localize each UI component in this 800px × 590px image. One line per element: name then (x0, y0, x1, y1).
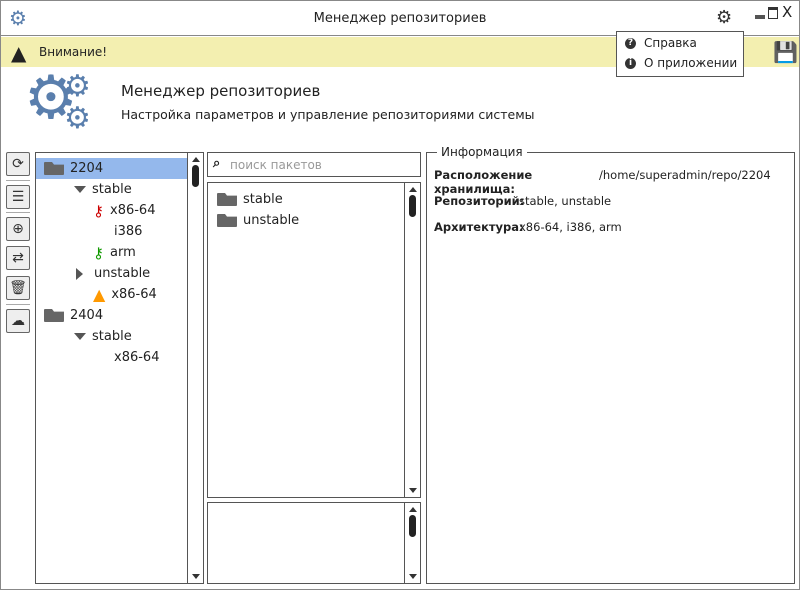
info-legend: Информация (437, 145, 527, 159)
upload-button[interactable]: ☁ (6, 309, 30, 333)
tree-item[interactable]: unstable (76, 263, 150, 284)
key-green-icon: ⚷ (93, 243, 104, 262)
menu-item-label: Справка (644, 36, 697, 50)
info-label: Расположение хранилища: (434, 168, 533, 196)
tree-item[interactable]: stable (74, 179, 132, 200)
expand-arrow-icon[interactable] (74, 333, 86, 340)
tree-item[interactable]: i386 (114, 221, 142, 242)
info-icon: i (625, 57, 636, 69)
tree-label: x86-64 (111, 287, 157, 302)
settings-menu: ? Справка i О приложении (616, 31, 744, 77)
package-list[interactable]: stable unstable (207, 182, 421, 498)
warning-icon: ▲ (11, 41, 27, 65)
add-button[interactable]: ⊕ (6, 217, 30, 241)
folder-icon (44, 309, 64, 322)
tree-label: unstable (94, 266, 151, 281)
tree-item[interactable]: ⚷ arm (93, 242, 136, 263)
warning-icon: ▲ (93, 285, 106, 304)
scrollbar[interactable] (404, 503, 420, 583)
help-icon: ? (625, 37, 636, 49)
database-button[interactable]: ☰ (6, 185, 30, 209)
info-value: x86-64, i386, arm (519, 220, 622, 234)
list-item[interactable]: unstable (217, 210, 299, 231)
transfer-icon: ⇄ (12, 250, 24, 266)
menu-item-help[interactable]: ? Справка (625, 36, 697, 50)
tree-item[interactable]: ▲ x86-64 (93, 284, 157, 305)
tree-label: 2204 (70, 161, 104, 176)
window-title: Менеджер репозиториев (313, 11, 487, 26)
search-placeholder: поиск пакетов (230, 158, 322, 172)
header-title: Менеджер репозиториев (121, 82, 321, 100)
folder-icon (217, 193, 237, 206)
tree-item[interactable]: 2404 (44, 305, 103, 326)
refresh-button[interactable]: ⟳ (6, 152, 30, 176)
delete-button[interactable]: 🗑 (6, 276, 30, 300)
save-lock-icon[interactable]: 💾 (773, 40, 798, 64)
transfer-button[interactable]: ⇄ (6, 246, 30, 270)
tree-item[interactable]: stable (74, 326, 132, 347)
header-gear-small-icon: ⚙ (64, 69, 91, 104)
list-item-label: stable (243, 192, 283, 207)
tree-label: arm (110, 245, 136, 260)
collapse-arrow-icon[interactable] (76, 267, 83, 280)
tree-label: x86-64 (110, 203, 156, 218)
close-button[interactable]: X (782, 3, 792, 21)
menu-item-about[interactable]: i О приложении (625, 56, 737, 70)
minimize-button[interactable] (755, 15, 765, 19)
tree-item[interactable]: ⚷ x86-64 (93, 200, 155, 221)
tree-item[interactable]: 2204 (44, 158, 103, 179)
tree-label: i386 (114, 224, 143, 239)
tree-label: x86-64 (114, 350, 160, 365)
info-panel: Информация Расположение хранилища: /home/… (426, 145, 795, 584)
scrollbar[interactable] (187, 153, 203, 583)
list-item[interactable]: stable (217, 189, 283, 210)
warning-text: Внимание! (39, 45, 108, 59)
tree-label: 2404 (70, 308, 104, 323)
header-subtitle: Настройка параметров и управление репози… (121, 107, 535, 122)
expand-arrow-icon[interactable] (74, 186, 86, 193)
header-gear-small-icon: ⚙ (64, 101, 91, 136)
tree-item[interactable]: x86-64 (114, 347, 159, 368)
folder-icon (217, 214, 237, 227)
maximize-button[interactable] (768, 7, 778, 19)
info-value: stable, unstable (519, 194, 612, 208)
menu-item-label: О приложении (644, 56, 738, 70)
cloud-upload-icon: ☁ (11, 313, 25, 329)
folder-icon (44, 162, 64, 175)
search-icon: ⌕ (213, 156, 221, 171)
scrollbar[interactable] (404, 183, 420, 497)
info-label: Архитектура: (434, 220, 524, 234)
database-icon: ☰ (11, 189, 25, 205)
settings-gear-icon[interactable]: ⚙ (716, 7, 732, 28)
key-red-icon: ⚷ (93, 201, 104, 220)
list-item-label: unstable (243, 213, 300, 228)
add-icon: ⊕ (12, 221, 24, 237)
search-field[interactable]: ⌕ поиск пакетов (207, 152, 421, 177)
trash-icon: 🗑 (9, 280, 27, 296)
repo-tree[interactable]: 2204 stable ⚷ x86-64 i386 ⚷ arm unstable ▲… (35, 152, 204, 584)
tree-label: stable (92, 329, 132, 344)
details-box (207, 502, 421, 584)
info-label: Репозиторий: (434, 194, 525, 208)
refresh-icon: ⟳ (12, 156, 24, 172)
tree-label: stable (92, 182, 132, 197)
info-value: /home/superadmin/repo/2204 (599, 168, 771, 182)
